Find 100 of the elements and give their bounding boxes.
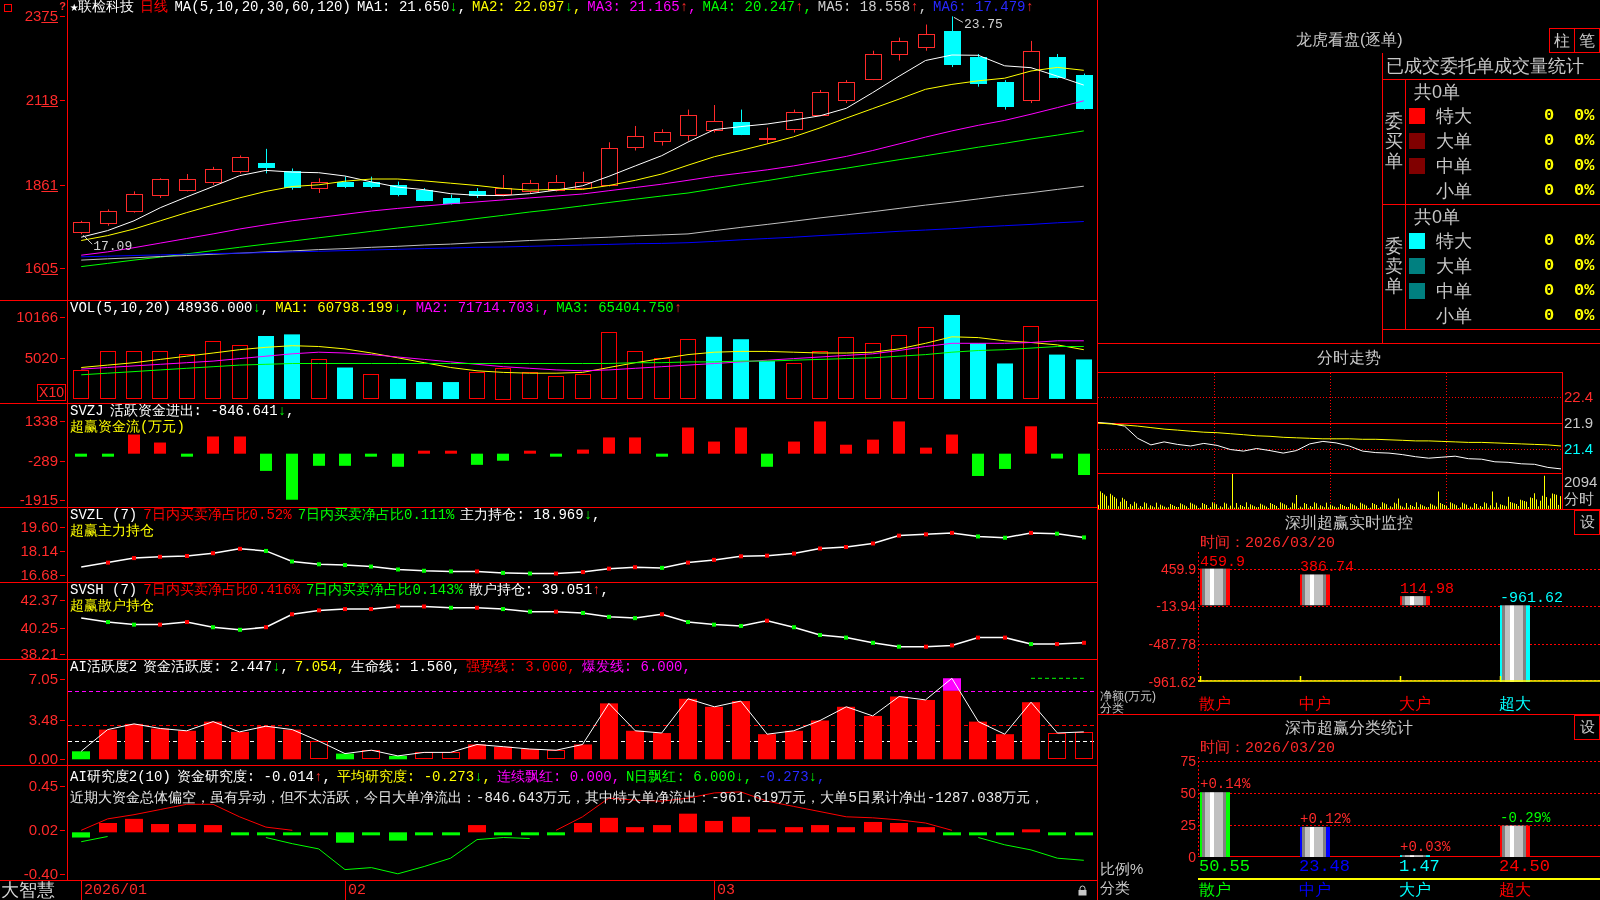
axis-title: 净额(万元) <box>1100 690 1156 702</box>
flow-bar <box>577 449 589 454</box>
indicator-caption: 超赢资金流(万元) <box>70 419 185 435</box>
activity-bar <box>362 750 380 759</box>
research-bar <box>547 832 565 836</box>
flow-bar <box>524 450 536 454</box>
volume-bar <box>152 351 168 399</box>
indicator-reading: VOL(5,10,20) <box>70 301 171 316</box>
research-bar <box>837 827 855 833</box>
research-bar <box>125 818 143 833</box>
flow-bar <box>181 453 193 457</box>
axis-label: 0.00 <box>28 751 66 768</box>
research-bar <box>151 824 169 833</box>
activity-bar <box>1022 702 1040 760</box>
change-marker <box>343 563 347 568</box>
indicator-reading: 7日内买卖净占比0.143% <box>306 583 463 598</box>
axis-label: 1861 <box>24 176 66 193</box>
change-marker <box>765 618 769 623</box>
candle <box>627 125 644 151</box>
candle <box>126 190 143 214</box>
flow-bar <box>1025 426 1037 454</box>
volume-bar <box>179 354 195 399</box>
axis-label: 0.45 <box>28 777 66 794</box>
axis-label: -961.62 <box>1148 675 1196 689</box>
order-share: 0% <box>1574 106 1595 127</box>
panel-title: 深市超赢分类统计 <box>1285 718 1413 738</box>
activity-bar <box>99 729 117 760</box>
flow-bar <box>102 453 114 457</box>
change-marker <box>158 622 162 627</box>
bar-value-label: 459.9 <box>1200 553 1245 571</box>
category-label: 超大 <box>1499 695 1531 714</box>
axis-label: 75 <box>1180 753 1196 768</box>
axis-label: 16.68 <box>20 566 66 583</box>
unit-label: X10 <box>37 384 66 401</box>
settings-button[interactable]: 设 <box>1574 510 1600 535</box>
flow-bar <box>550 453 562 457</box>
research-bar <box>415 832 433 836</box>
volume-bar <box>759 361 775 400</box>
activity-bar <box>389 755 407 760</box>
volume-bar <box>601 332 617 399</box>
activity-bar <box>257 726 275 760</box>
flow-bar <box>656 453 668 457</box>
change-marker <box>739 554 743 559</box>
flow-bar <box>893 421 905 454</box>
indicator-reading: 7日内买卖净占比0.52% <box>143 508 292 523</box>
settings-button[interactable]: 设 <box>1574 715 1600 740</box>
help-mark[interactable]: ? <box>59 1 66 12</box>
activity-bar <box>600 703 618 760</box>
candle <box>205 166 222 186</box>
axis-label: 18.14 <box>20 542 66 559</box>
annotation: 17.09 <box>93 239 133 255</box>
flow-bar <box>946 434 958 454</box>
bar-value-label: 114.98 <box>1400 581 1454 599</box>
app-logo-text: 大智慧 <box>0 881 55 900</box>
view-toggle-button[interactable]: 笔 <box>1574 28 1600 53</box>
order-count: 0 <box>1544 106 1555 127</box>
volume-bar <box>232 345 248 399</box>
candle <box>522 179 539 194</box>
change-marker <box>844 545 848 550</box>
view-toggle-button[interactable]: 柱 <box>1549 28 1575 53</box>
candle <box>284 168 301 191</box>
change-marker <box>1029 642 1033 647</box>
order-count: 0 <box>1544 131 1555 152</box>
activity-bar <box>72 751 90 760</box>
category-label: 中户 <box>1299 695 1331 714</box>
indicator-reading: MA6: 17.479↑ <box>933 0 1034 15</box>
candle <box>786 109 803 133</box>
volume-bar <box>416 382 432 400</box>
volume-bar <box>812 351 828 399</box>
change-marker <box>897 644 901 649</box>
flow-bar <box>735 427 747 454</box>
lock-icon[interactable] <box>1078 885 1087 896</box>
candle <box>179 173 196 192</box>
date-label: 02 <box>345 881 366 900</box>
indicator-reading: MA1: 60798.199↓, <box>275 301 410 316</box>
activity-bar <box>521 749 539 760</box>
flow-bar <box>814 421 826 454</box>
volume-bar <box>654 358 670 399</box>
volume-bar <box>786 363 802 399</box>
axis-label: 50 <box>1180 785 1196 800</box>
research-bar <box>679 813 697 833</box>
volume-bar <box>363 374 379 399</box>
change-marker <box>1003 535 1007 540</box>
order-size-label: 特大 <box>1436 231 1472 252</box>
change-marker <box>264 625 268 630</box>
flow-bar <box>999 453 1011 469</box>
square-icon[interactable] <box>4 4 12 12</box>
change-marker <box>818 633 822 637</box>
flow-bar <box>840 444 852 454</box>
change-marker <box>1055 531 1059 536</box>
indicator-reading: MA3: 21.165↑, <box>587 0 697 15</box>
change-marker <box>607 566 611 571</box>
change-marker <box>369 607 373 612</box>
axis-label: 10166 <box>16 308 66 325</box>
axis-label: 42.37 <box>20 592 66 609</box>
activity-bar <box>732 701 750 760</box>
change-marker <box>1055 642 1059 647</box>
change-marker <box>712 622 716 627</box>
indicator-reading: MA2: 71714.703↓, <box>415 301 551 316</box>
order-count: 0 <box>1544 231 1555 252</box>
